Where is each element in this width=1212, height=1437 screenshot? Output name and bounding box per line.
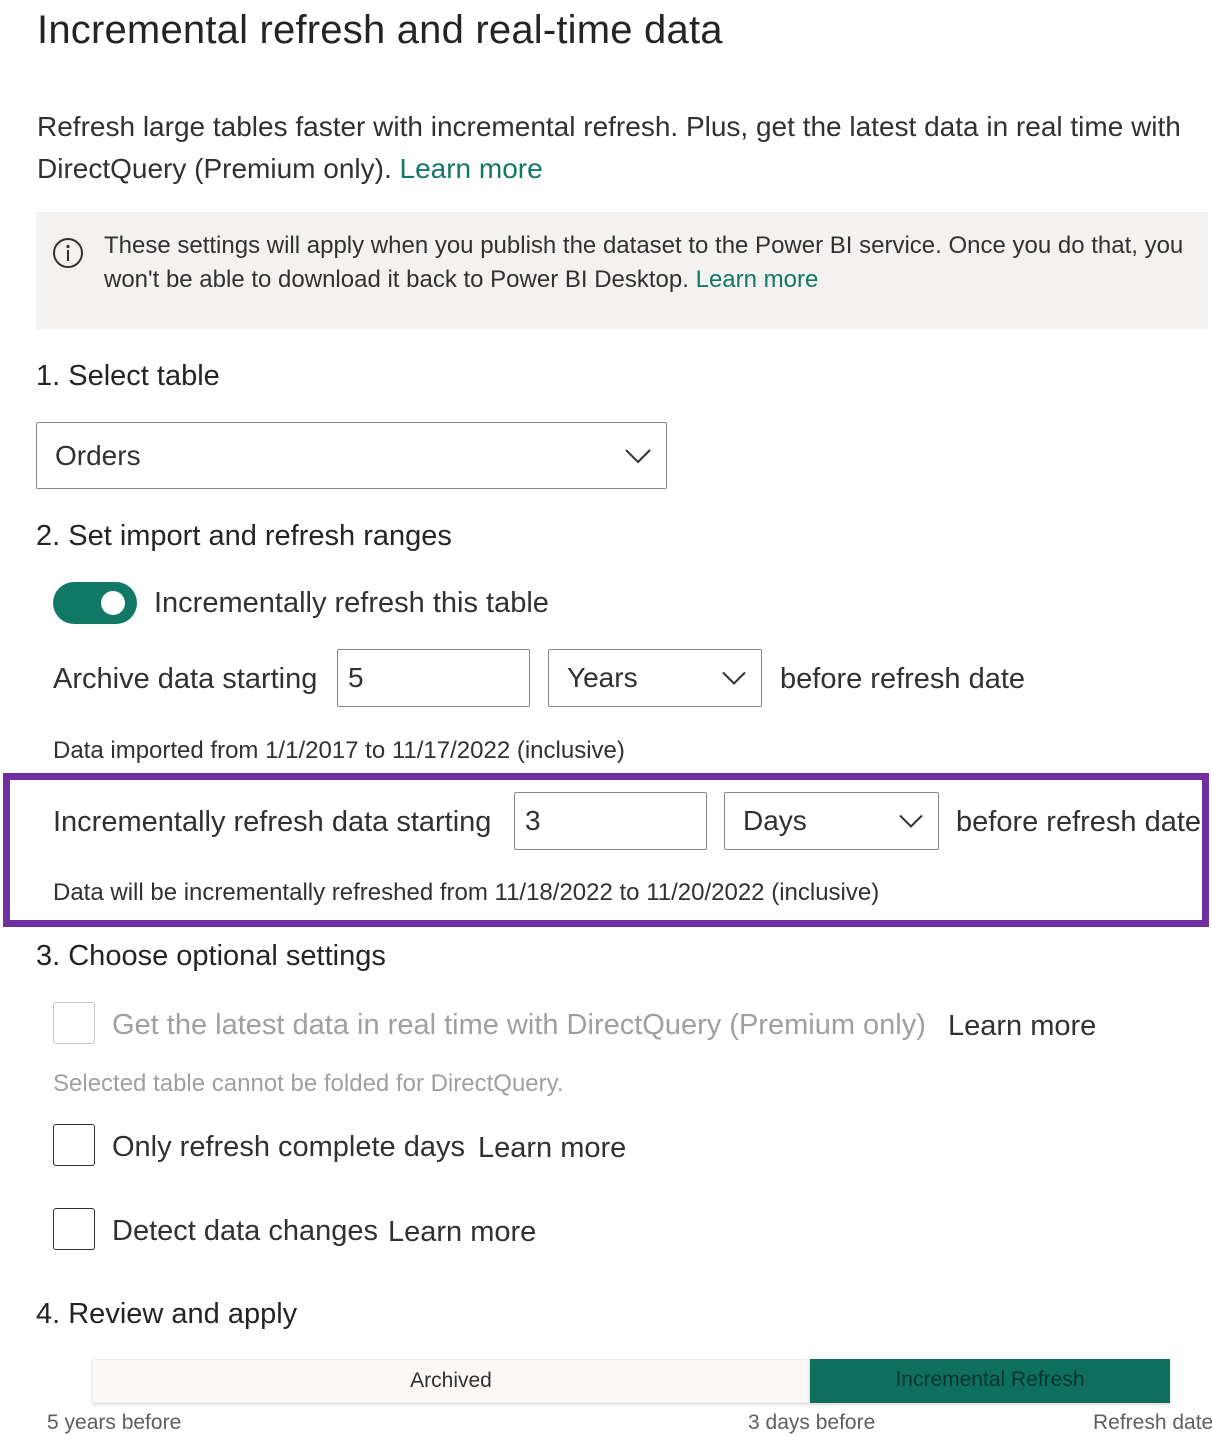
detect-changes-label: Detect data changes xyxy=(112,1215,379,1247)
incremental-segment-label: Incremental Refresh xyxy=(895,1368,1085,1391)
directquery-checkbox[interactable] xyxy=(53,1002,95,1044)
incremental-refresh-toggle[interactable] xyxy=(53,582,137,624)
archive-value-input[interactable]: 5 xyxy=(337,649,530,707)
archive-note: Data imported from 1/1/2017 to 11/17/202… xyxy=(53,737,625,764)
table-select-value: Orders xyxy=(55,439,141,471)
incremental-suffix: before refresh date xyxy=(956,806,1202,838)
archive-unit-value: Years xyxy=(567,662,638,693)
chevron-down-icon xyxy=(722,671,746,685)
toggle-label: Incrementally refresh this table xyxy=(154,587,549,619)
page-title: Incremental refresh and real-time data xyxy=(37,8,723,52)
directquery-note: Selected table cannot be folded for Dire… xyxy=(53,1070,564,1097)
intro-learn-more-link[interactable]: Learn more xyxy=(400,153,543,184)
complete-days-learn-more-link[interactable]: Learn more xyxy=(478,1132,626,1165)
detect-changes-learn-more-link[interactable]: Learn more xyxy=(388,1216,536,1249)
chevron-down-icon xyxy=(899,814,923,828)
intro-text: Refresh large tables faster with increme… xyxy=(37,111,1181,184)
directquery-label: Get the latest data in real time with Di… xyxy=(112,1009,926,1041)
timeline-tick-end: Refresh date xyxy=(1093,1411,1212,1434)
incremental-note: Data will be incrementally refreshed fro… xyxy=(53,879,880,906)
incremental-value-input[interactable]: 3 xyxy=(514,792,707,850)
toggle-knob xyxy=(101,591,125,615)
incremental-unit-dropdown[interactable]: Days xyxy=(724,792,939,850)
table-select-dropdown[interactable]: Orders xyxy=(36,422,667,489)
complete-days-checkbox[interactable] xyxy=(53,1124,95,1166)
archive-suffix: before refresh date xyxy=(780,663,1026,695)
refresh-timeline: Archived Incremental Refresh xyxy=(92,1359,1170,1403)
archived-segment: Archived xyxy=(92,1359,810,1403)
incremental-unit-value: Days xyxy=(743,805,807,836)
banner-learn-more-link[interactable]: Learn more xyxy=(696,266,819,293)
banner-text-block: These settings will apply when you publi… xyxy=(104,229,1184,297)
archive-unit-dropdown[interactable]: Years xyxy=(548,649,762,707)
incremental-value: 3 xyxy=(525,805,541,836)
detect-changes-checkbox[interactable] xyxy=(53,1208,95,1250)
complete-days-label: Only refresh complete days xyxy=(112,1131,465,1163)
directquery-learn-more-link[interactable]: Learn more xyxy=(948,1010,1096,1043)
step2-heading: 2. Set import and refresh ranges xyxy=(36,520,452,552)
incremental-label: Incrementally refresh data starting xyxy=(53,806,492,838)
archive-value: 5 xyxy=(348,662,364,693)
archive-label: Archive data starting xyxy=(53,663,318,695)
info-banner: These settings will apply when you publi… xyxy=(36,212,1208,329)
banner-text: These settings will apply when you publi… xyxy=(104,232,1184,293)
timeline-tick-start: 5 years before xyxy=(47,1411,182,1434)
chevron-down-icon xyxy=(625,448,651,463)
timeline-tick-mid: 3 days before xyxy=(748,1411,876,1434)
info-icon xyxy=(53,238,83,268)
step3-heading: 3. Choose optional settings xyxy=(36,940,386,972)
intro-paragraph: Refresh large tables faster with increme… xyxy=(37,106,1197,190)
archived-segment-label: Archived xyxy=(410,1369,492,1392)
incremental-segment: Incremental Refresh xyxy=(810,1359,1170,1403)
step1-heading: 1. Select table xyxy=(36,360,220,392)
step4-heading: 4. Review and apply xyxy=(36,1298,298,1330)
